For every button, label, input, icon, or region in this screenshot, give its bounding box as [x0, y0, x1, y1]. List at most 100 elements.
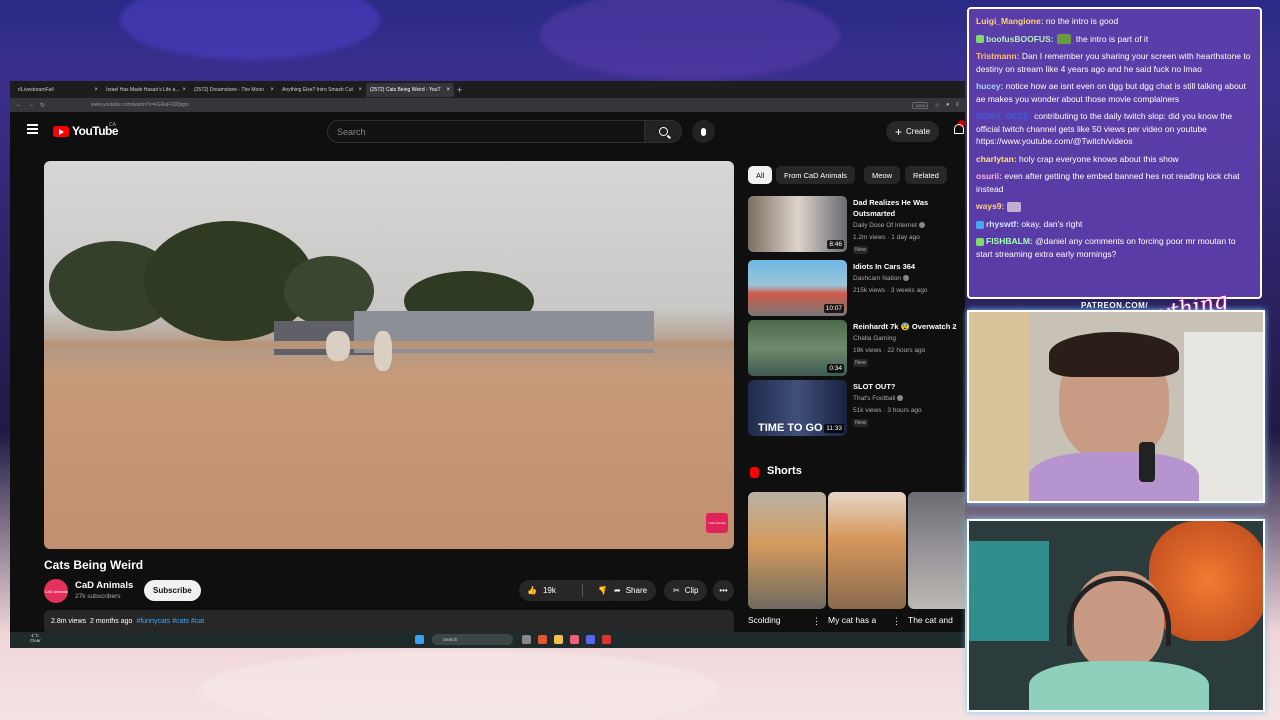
- recommendation-channel[interactable]: Daily Dose Of Internet: [853, 222, 925, 229]
- short-title[interactable]: My cat has a: [828, 615, 876, 625]
- like-dislike-group: 👍 19k 👎: [519, 580, 619, 601]
- verified-icon: [897, 395, 904, 402]
- reload-icon[interactable]: ↻: [40, 102, 45, 109]
- chat-message: osurii: even after getting the embed ban…: [976, 171, 1240, 194]
- discord-icon[interactable]: [586, 635, 595, 644]
- recommendation-title[interactable]: Idiots In Cars 364: [853, 261, 965, 272]
- recommendation-item[interactable]: TIME TO GO 11:33 SLOT OUT? That's Footba…: [748, 380, 965, 436]
- chip-related[interactable]: Related: [905, 166, 947, 184]
- search-icon: [658, 127, 668, 136]
- recommendation-item[interactable]: 10:07 Idiots In Cars 364 Dashcam Nation …: [748, 260, 965, 316]
- video-thumbnail[interactable]: TIME TO GO 11:33: [748, 380, 847, 436]
- short-menu-icon[interactable]: ⋮: [892, 616, 901, 627]
- notifications-bell-icon[interactable]: [954, 124, 964, 134]
- browser-tab[interactable]: r/LivestreamFail ×: [14, 83, 102, 97]
- recommendation-channel[interactable]: Dashcam Nation: [853, 275, 910, 282]
- close-icon[interactable]: ×: [446, 87, 450, 93]
- zoom-level[interactable]: 120%: [912, 101, 929, 109]
- weather-widget[interactable]: -1°C Clear: [30, 633, 41, 643]
- browser-icon[interactable]: [538, 635, 547, 644]
- video-thumbnail[interactable]: 8:46: [748, 196, 847, 252]
- windows-taskbar: -1°C Clear Search: [10, 632, 965, 648]
- recommendation-title[interactable]: Reinhardt 7k 😨 Overwatch 2: [853, 321, 965, 332]
- windows-start-icon[interactable]: [415, 635, 424, 644]
- youtube-header: YouTube CA Search + Create: [10, 112, 965, 148]
- recommendation-title[interactable]: SLOT OUT?: [853, 381, 965, 392]
- tab-bar: r/LivestreamFail × Israel Has Made Hasan'…: [10, 81, 965, 98]
- chat-message: hucey: notice how ae isnt even on dgg bu…: [976, 81, 1246, 104]
- taskbar-search[interactable]: Search: [432, 634, 513, 645]
- microphone-icon: [701, 127, 706, 136]
- new-tab-button[interactable]: +: [457, 85, 462, 95]
- task-view-icon[interactable]: [522, 635, 531, 644]
- back-icon[interactable]: ←: [16, 102, 22, 108]
- channel-name[interactable]: CaD Animals: [75, 580, 133, 591]
- video-thumbnail[interactable]: 10:07: [748, 260, 847, 316]
- chip-all[interactable]: All: [748, 166, 773, 184]
- app-icon[interactable]: [602, 635, 611, 644]
- forward-icon[interactable]: →: [28, 102, 34, 108]
- url-field[interactable]: www.youtube.com/watch?v=kGRaFO9Qqps: [51, 102, 906, 108]
- short-menu-icon[interactable]: ⋮: [812, 616, 821, 627]
- chip-from-channel[interactable]: From CaD Animals: [776, 166, 855, 184]
- browser-tab-active[interactable]: (2572) Cats Being Weird - YouT ×: [366, 82, 454, 97]
- chip-meow[interactable]: Meow: [864, 166, 901, 184]
- channel-watermark[interactable]: CaD Animals: [706, 513, 728, 533]
- subscribe-button[interactable]: Subscribe: [144, 580, 201, 601]
- recommendation-title[interactable]: Dad Realizes He Was Outsmarted: [853, 197, 965, 219]
- share-button[interactable]: ➦ Share: [605, 580, 657, 601]
- short-thumbnail[interactable]: [908, 492, 965, 609]
- recommendation-channel[interactable]: That's Football: [853, 395, 904, 402]
- microphone-icon: [1139, 442, 1155, 482]
- like-button[interactable]: 👍 19k: [519, 580, 575, 601]
- close-icon[interactable]: ×: [94, 87, 98, 93]
- close-icon[interactable]: ×: [358, 87, 362, 93]
- badge-icon: [976, 238, 984, 247]
- share-icon: ➦: [614, 586, 621, 595]
- short-thumbnail[interactable]: [748, 492, 826, 609]
- video-thumbnail[interactable]: 0:34: [748, 320, 847, 376]
- recommendation-item[interactable]: 8:46 Dad Realizes He Was Outsmarted Dail…: [748, 196, 965, 254]
- voice-search-button[interactable]: [692, 120, 715, 143]
- upload-age: 2 months ago: [90, 618, 133, 625]
- close-icon[interactable]: ×: [270, 87, 274, 93]
- file-explorer-icon[interactable]: [554, 635, 563, 644]
- view-count: 2.8m views: [51, 618, 87, 625]
- chat-message: Luigi_Mangione: no the intro is good: [976, 16, 1119, 26]
- recommendation-channel[interactable]: Challa Gaming: [853, 335, 896, 342]
- clip-button[interactable]: ✂ Clip: [664, 580, 708, 601]
- chat-message: BORA_DEEE: contributing to the daily twi…: [976, 111, 1233, 146]
- cam-background-shelf: [969, 541, 1049, 641]
- video-player[interactable]: CaD Animals: [44, 161, 734, 549]
- chat-message: boofusBOOFUS: the intro is part of it: [976, 33, 1253, 45]
- short-title[interactable]: The cat and: [908, 615, 953, 625]
- hamburger-menu-icon[interactable]: [27, 124, 38, 134]
- video-description-box[interactable]: 2.8m views 2 months ago #funnycats #cats…: [44, 610, 734, 634]
- create-button[interactable]: + Create: [886, 121, 940, 142]
- badge-icon: [976, 35, 984, 44]
- channel-avatar[interactable]: CaD Animals: [44, 579, 68, 603]
- subscriber-count: 27k subscribers: [75, 593, 121, 600]
- search-input[interactable]: Search: [327, 120, 645, 143]
- recommendation-item[interactable]: 0:34 Reinhardt 7k 😨 Overwatch 2 Challa G…: [748, 320, 965, 376]
- short-title[interactable]: Scolding: [748, 615, 781, 625]
- browser-tab[interactable]: Anything Else? Intro Smash Cut ×: [278, 83, 366, 97]
- search-button[interactable]: [644, 120, 682, 143]
- chat-message: rhyswtf: okay, dan's right: [976, 218, 1253, 230]
- recommendation-meta: 51k views · 3 hours ago: [853, 407, 922, 414]
- extensions-icon[interactable]: ●: [946, 102, 950, 108]
- browser-tab[interactable]: (2572) Dreamstone - The Moon ×: [190, 83, 278, 97]
- more-actions-button[interactable]: •••: [713, 580, 734, 601]
- close-icon[interactable]: ×: [182, 87, 186, 93]
- chat-message: Tristmann: Dan I remember you sharing yo…: [976, 51, 1251, 74]
- bookmark-star-icon[interactable]: ☆: [934, 102, 939, 109]
- duration-badge: 11:33: [824, 424, 844, 433]
- browser-menu-icon[interactable]: ≡: [955, 102, 959, 108]
- short-thumbnail[interactable]: [828, 492, 906, 609]
- video-hashtags[interactable]: #funnycats #cats #cat: [136, 618, 204, 626]
- browser-tab[interactable]: Israel Has Made Hasan's Life a... ×: [102, 83, 190, 97]
- video-scene-cat: [374, 331, 392, 371]
- badge-icon: [976, 220, 984, 229]
- stream-chat: Luigi_Mangione: no the intro is good boo…: [967, 7, 1262, 299]
- app-icon[interactable]: [570, 635, 579, 644]
